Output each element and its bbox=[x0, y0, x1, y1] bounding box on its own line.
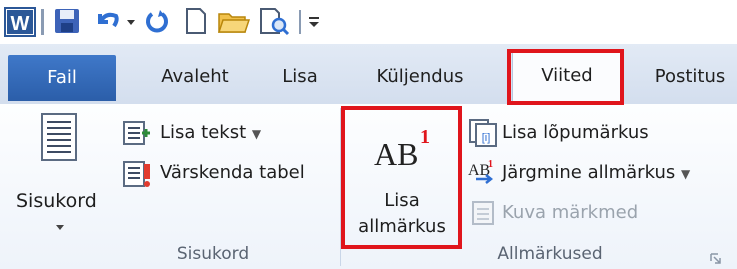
save-icon[interactable] bbox=[52, 6, 82, 38]
undo-icon[interactable] bbox=[92, 6, 122, 38]
tab-file[interactable]: Fail bbox=[8, 55, 116, 101]
quick-access-toolbar: W bbox=[0, 0, 737, 44]
open-folder-icon[interactable] bbox=[217, 6, 251, 38]
qat-separator bbox=[41, 9, 44, 35]
next-footnote-icon: AB 1 bbox=[466, 157, 500, 191]
add-text-button[interactable]: Lisa tekst ▼ bbox=[160, 118, 261, 148]
insert-endnote-button[interactable]: Lisa lõpumärkus bbox=[502, 118, 649, 148]
update-table-icon bbox=[122, 160, 154, 192]
tab-home[interactable]: Avaleht bbox=[140, 54, 250, 100]
customize-qat-icon[interactable] bbox=[306, 6, 322, 38]
show-notes-icon bbox=[470, 200, 496, 230]
insert-footnote-icon: AB 1 bbox=[360, 124, 440, 174]
ab-icon-text: AB bbox=[374, 136, 419, 172]
word-icon[interactable]: W bbox=[4, 6, 36, 38]
new-document-icon[interactable] bbox=[183, 6, 209, 38]
toc-dropdown-arrow-icon[interactable] bbox=[55, 217, 65, 236]
tab-insert[interactable]: Lisa bbox=[265, 54, 335, 100]
tab-layout[interactable]: Küljendus bbox=[355, 54, 485, 100]
dialog-launcher-icon[interactable] bbox=[710, 250, 722, 269]
insert-footnote-line2[interactable]: allmärkus bbox=[346, 212, 458, 242]
show-notes-button[interactable]: Kuva märkmed bbox=[502, 198, 638, 228]
svg-text:W: W bbox=[11, 13, 30, 35]
next-footnote-button[interactable]: Järgmine allmärkus ▼ bbox=[502, 158, 690, 188]
add-text-label: Lisa tekst bbox=[160, 122, 247, 143]
tab-references[interactable]: Viited bbox=[512, 52, 622, 103]
tab-mailings[interactable]: Postitus bbox=[640, 54, 737, 100]
insert-endnote-icon: [i] bbox=[468, 118, 498, 152]
print-preview-icon[interactable] bbox=[257, 6, 291, 38]
update-table-button[interactable]: Värskenda tabel bbox=[160, 158, 305, 188]
qat-separator bbox=[299, 10, 301, 34]
redo-icon[interactable] bbox=[142, 6, 172, 38]
group-label-toc: Sisukord bbox=[176, 244, 250, 264]
ab-superscript: 1 bbox=[420, 126, 430, 148]
svg-text:[i]: [i] bbox=[482, 132, 491, 144]
add-text-icon bbox=[122, 120, 152, 150]
dropdown-arrow-icon[interactable] bbox=[124, 6, 138, 38]
table-of-contents-icon[interactable] bbox=[40, 112, 78, 166]
group-divider bbox=[340, 108, 341, 266]
toc-button-label[interactable]: Sisukord bbox=[16, 186, 97, 216]
group-label-footnotes: Allmärkused bbox=[497, 244, 603, 264]
next-footnote-label: Järgmine allmärkus bbox=[502, 162, 676, 183]
chevron-down-icon: ▼ bbox=[680, 167, 691, 181]
svg-text:1: 1 bbox=[488, 159, 493, 170]
chevron-down-icon: ▼ bbox=[251, 127, 262, 141]
